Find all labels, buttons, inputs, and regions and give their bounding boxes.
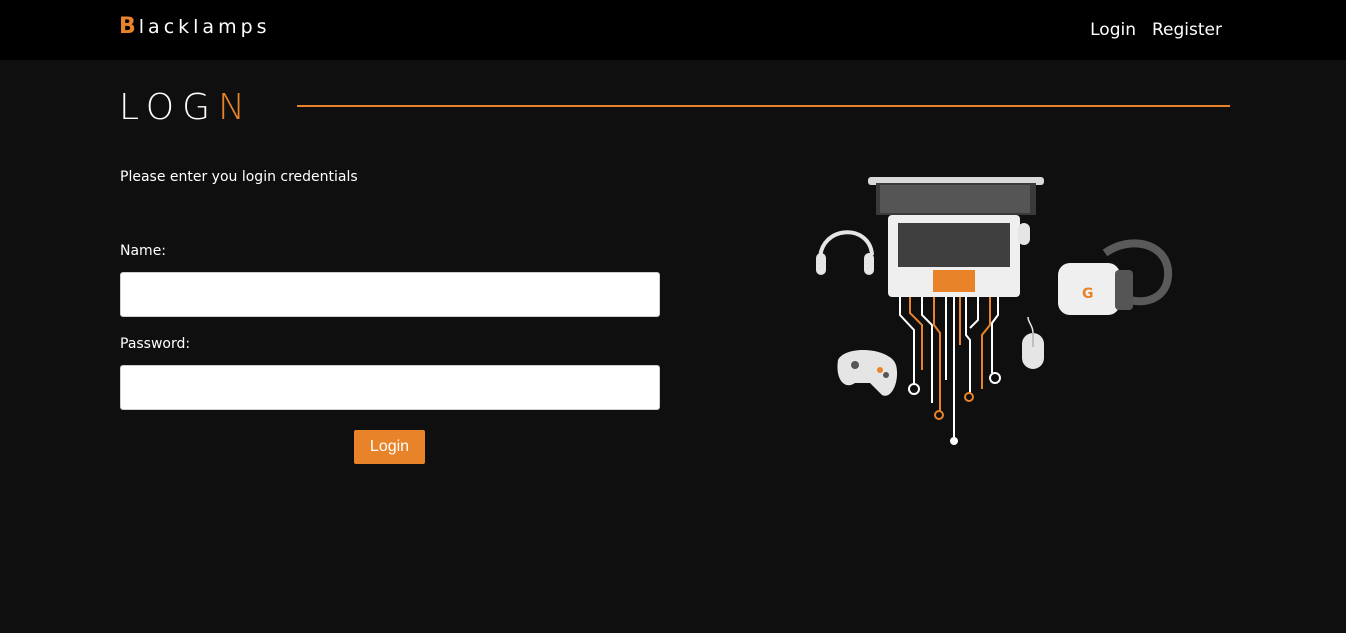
gamepad-icon [837,349,898,396]
name-input[interactable] [120,272,660,317]
nav-login-link[interactable]: Login [1090,20,1136,40]
circuit-traces-icon [899,295,1001,445]
laptop-icon [868,177,1044,297]
name-label: Name: [120,243,167,259]
page-title: LOGN [119,88,253,128]
nav-register-link[interactable]: Register [1152,20,1222,40]
top-navbar: B lacklamps Login Register [0,0,1346,60]
page-title-main: LOG [119,87,219,128]
password-input[interactable] [120,365,660,410]
mouse-icon [1022,316,1044,369]
svg-text:G: G [1082,286,1094,302]
page-heading-row: LOGN [119,88,1230,128]
password-label: Password: [120,336,191,352]
nav-links: Login Register [1090,20,1222,40]
intro-text: Please enter you login credentials [120,169,358,185]
brand-logo[interactable]: B lacklamps [119,14,271,40]
heading-divider [297,105,1230,107]
gaming-illustration: G [816,177,1173,445]
login-button[interactable]: Login [354,430,425,464]
vr-headset-icon: G [1058,239,1173,315]
brand-mark: B [119,14,136,39]
page-title-accent: N [218,87,253,128]
brand-name: lacklamps [138,16,271,38]
headphones-icon [816,230,874,275]
